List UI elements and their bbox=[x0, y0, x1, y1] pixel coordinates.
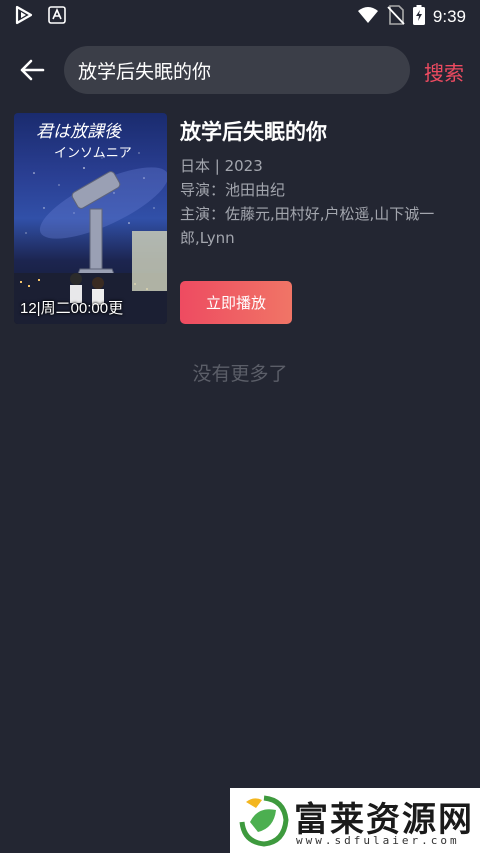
update-badge: 12|周二00:00更 bbox=[20, 300, 124, 317]
no-more-text: 没有更多了 bbox=[192, 363, 288, 385]
wifi-icon bbox=[357, 6, 379, 28]
arrow-left-icon bbox=[20, 59, 45, 81]
search-button[interactable]: 搜索 bbox=[424, 57, 464, 86]
back-button[interactable] bbox=[16, 54, 48, 86]
status-right: 9:39 bbox=[357, 5, 466, 29]
status-bar: 9:39 bbox=[0, 0, 480, 34]
watermark: 富莱资源网 www.sdfulaier.com bbox=[230, 788, 480, 853]
poster-image[interactable]: 君は放課後 インソムニア 12|周二00:00更 bbox=[14, 113, 167, 324]
status-left bbox=[14, 5, 66, 29]
a-icon bbox=[48, 6, 66, 28]
no-sim-icon bbox=[387, 5, 405, 29]
search-input[interactable]: 放学后失眠的你 bbox=[64, 46, 410, 94]
svg-text:君は放課後: 君は放課後 bbox=[36, 122, 122, 142]
battery-charging-icon bbox=[412, 5, 425, 29]
cast: 主演：佐藤元,田村好,户松遥,山下诚一郎,Lynn bbox=[180, 205, 435, 247]
search-header: 放学后失眠的你 搜索 bbox=[0, 44, 480, 96]
region-year: 日本 | 2023 bbox=[180, 157, 263, 175]
status-time: 9:39 bbox=[432, 7, 466, 26]
search-input-value: 放学后失眠的你 bbox=[78, 60, 212, 83]
result-item[interactable]: 君は放課後 インソムニア 12|周二00:00更 放学后失眠的你 日本 | 20… bbox=[14, 113, 466, 325]
result-title[interactable]: 放学后失眠的你 bbox=[180, 116, 464, 146]
watermark-url: www.sdfulaier.com bbox=[296, 834, 460, 847]
leaf-logo-icon bbox=[239, 795, 289, 847]
play-now-button[interactable]: 立即播放 bbox=[180, 281, 292, 324]
director: 导演：池田由纪 bbox=[180, 181, 286, 199]
result-info: 放学后失眠的你 日本 | 2023 导演：池田由纪 主演：佐藤元,田村好,户松遥… bbox=[180, 113, 464, 250]
svg-text:インソムニア: インソムニア bbox=[54, 146, 132, 161]
play-store-icon bbox=[14, 5, 34, 29]
